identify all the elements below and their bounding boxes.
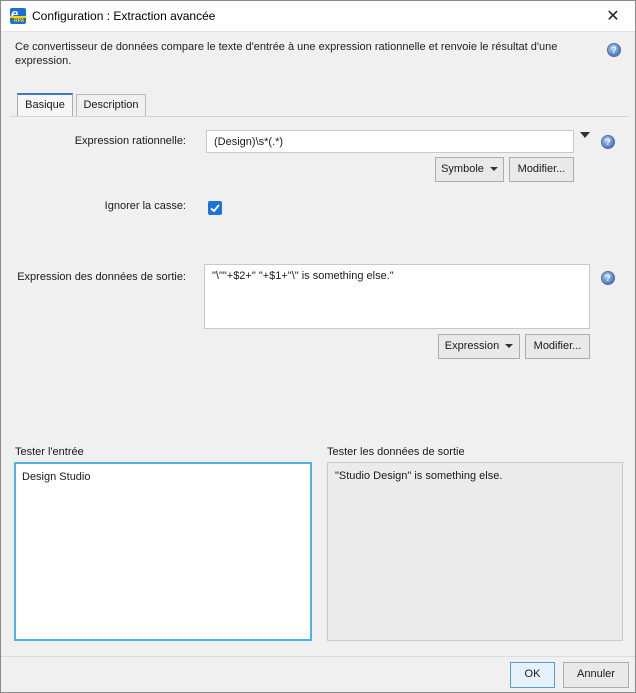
expression-button-label: Expression xyxy=(444,340,500,352)
description-text: Ce convertisseur de données compare le t… xyxy=(15,41,558,67)
checkmark-icon xyxy=(210,204,220,213)
ignore-case-label: Ignorer la casse: xyxy=(104,200,186,212)
tab-divider xyxy=(10,116,628,117)
regex-history-dropdown-icon[interactable] xyxy=(580,132,590,138)
help-icon[interactable]: ? xyxy=(607,43,621,57)
output-expression-help-icon[interactable]: ? xyxy=(601,271,615,285)
ignore-case-checkbox[interactable] xyxy=(208,201,222,215)
output-expression-label: Expression des données de sortie: xyxy=(17,271,186,283)
test-output-field: "Studio Design" is something else. xyxy=(327,462,623,641)
regex-help-icon[interactable]: ? xyxy=(601,135,615,149)
chevron-down-icon xyxy=(505,344,514,349)
footer-divider xyxy=(1,656,635,657)
symbol-button[interactable]: Symbole xyxy=(435,157,504,182)
title-bar: e RPA Configuration : Extraction avancée … xyxy=(1,1,635,32)
regex-label: Expression rationnelle: xyxy=(74,135,186,147)
test-input-field[interactable]: Design Studio xyxy=(14,462,312,641)
regex-modify-button[interactable]: Modifier... xyxy=(509,157,574,182)
configuration-dialog: e RPA Configuration : Extraction avancée … xyxy=(0,0,636,693)
tab-basique[interactable]: Basique xyxy=(17,93,73,117)
chevron-down-icon xyxy=(489,167,498,172)
symbol-button-label: Symbole xyxy=(441,163,484,175)
close-button[interactable]: ✕ xyxy=(591,1,635,32)
test-input-label: Tester l'entrée xyxy=(15,446,84,458)
app-logo-icon: e RPA xyxy=(10,6,26,24)
test-output-label: Tester les données de sortie xyxy=(327,446,465,458)
window-title: Configuration : Extraction avancée xyxy=(32,9,216,23)
regex-input[interactable]: (Design)\s*(.*) xyxy=(206,130,574,153)
cancel-button[interactable]: Annuler xyxy=(563,662,629,688)
expression-button[interactable]: Expression xyxy=(438,334,520,359)
ok-button[interactable]: OK xyxy=(510,662,555,688)
output-expression-input[interactable]: "\""+$2+" "+$1+"\" is something else." xyxy=(204,264,590,329)
tab-description[interactable]: Description xyxy=(76,94,146,117)
output-modify-button[interactable]: Modifier... xyxy=(525,334,590,359)
